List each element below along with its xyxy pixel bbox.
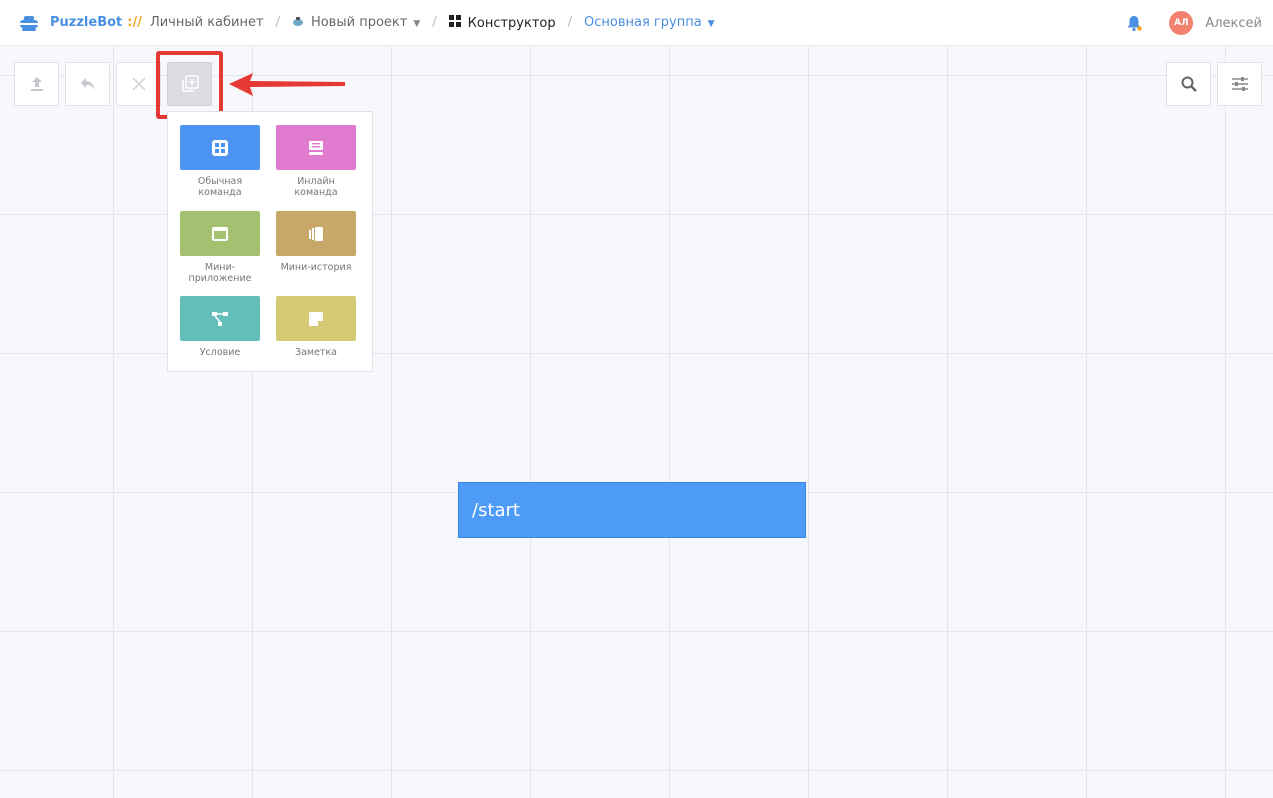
- undo-icon: [80, 78, 94, 90]
- brand-separator: ://: [127, 15, 142, 30]
- breadcrumb-cabinet[interactable]: Личный кабинет: [150, 15, 264, 30]
- breadcrumb-separator: /: [432, 15, 437, 30]
- menu-item-label: Условие: [199, 347, 241, 358]
- settings-button[interactable]: [1217, 62, 1262, 106]
- search-button[interactable]: [1166, 62, 1211, 106]
- breadcrumb-project-label: Новый проект: [310, 15, 408, 30]
- menu-item-condition-box[interactable]: [180, 296, 260, 341]
- highlight-frame: [156, 51, 223, 119]
- inline-list-icon: [309, 140, 323, 155]
- branch-icon: [212, 311, 228, 326]
- project-icon: [292, 16, 304, 26]
- upload-button[interactable]: [14, 62, 59, 106]
- search-icon: [1181, 76, 1197, 92]
- menu-item-mini-app[interactable]: Мини-приложение: [180, 211, 260, 284]
- cards-icon: [309, 226, 323, 241]
- breadcrumb-separator: /: [567, 15, 573, 30]
- menu-item-label: Заметка: [294, 347, 338, 358]
- menu-item-condition[interactable]: Условие: [180, 296, 260, 358]
- bell-icon[interactable]: [1125, 14, 1143, 32]
- breadcrumb-group-label: Основная группа: [584, 15, 702, 30]
- start-command-node[interactable]: /start: [458, 482, 806, 538]
- user-name[interactable]: Алексей: [1205, 16, 1262, 31]
- menu-item-mini-app-box[interactable]: [180, 211, 260, 256]
- chevron-down-icon: ▼: [413, 19, 421, 29]
- breadcrumb-separator: /: [275, 15, 280, 30]
- menu-item-mini-story-box[interactable]: [276, 211, 356, 256]
- menu-item-note[interactable]: Заметка: [276, 296, 356, 358]
- menu-item-label: Мини-история: [280, 262, 352, 273]
- add-block-menu: Обычная команда Инлайн команда Мини-прил…: [167, 111, 373, 372]
- arrow-annotation: [229, 73, 345, 96]
- menu-item-regular-command[interactable]: Обычная команда: [180, 125, 260, 198]
- breadcrumb-constructor-label: Конструктор: [467, 15, 556, 31]
- breadcrumb-project[interactable]: Новый проект ▼: [292, 15, 420, 30]
- undo-button[interactable]: [65, 62, 110, 106]
- menu-item-label: Инлайн команда: [294, 176, 338, 198]
- grid-icon: [448, 14, 461, 27]
- breadcrumb-constructor[interactable]: Конструктор: [448, 14, 556, 31]
- menu-item-inline-command-box[interactable]: [276, 125, 356, 170]
- settings-sliders-icon: [1231, 77, 1248, 91]
- brand-name[interactable]: PuzzleBot: [50, 15, 122, 30]
- note-icon: [309, 311, 323, 326]
- upload-icon: [30, 77, 43, 91]
- menu-item-regular-command-box[interactable]: [180, 125, 260, 170]
- header-right: АЛ Алексей: [1125, 0, 1262, 46]
- delete-button[interactable]: [116, 62, 161, 106]
- top-header: PuzzleBot :// Личный кабинет / Новый про…: [0, 0, 1273, 46]
- window-icon: [212, 226, 228, 241]
- menu-item-note-box[interactable]: [276, 296, 356, 341]
- menu-item-mini-story[interactable]: Мини-история: [276, 211, 356, 273]
- app-window: PuzzleBot :// Личный кабинет / Новый про…: [0, 0, 1273, 798]
- menu-item-label: Обычная команда: [197, 176, 243, 198]
- puzzlebot-logo-icon[interactable]: [18, 12, 40, 34]
- menu-item-label: Мини-приложение: [188, 262, 252, 284]
- breadcrumb-group[interactable]: Основная группа ▼: [584, 15, 715, 30]
- menu-item-inline-command[interactable]: Инлайн команда: [276, 125, 356, 198]
- chevron-down-icon: ▼: [707, 19, 715, 29]
- start-node-label: /start: [472, 499, 520, 521]
- avatar[interactable]: АЛ: [1169, 11, 1194, 35]
- grid-icon: [212, 139, 228, 156]
- close-icon: [131, 77, 146, 91]
